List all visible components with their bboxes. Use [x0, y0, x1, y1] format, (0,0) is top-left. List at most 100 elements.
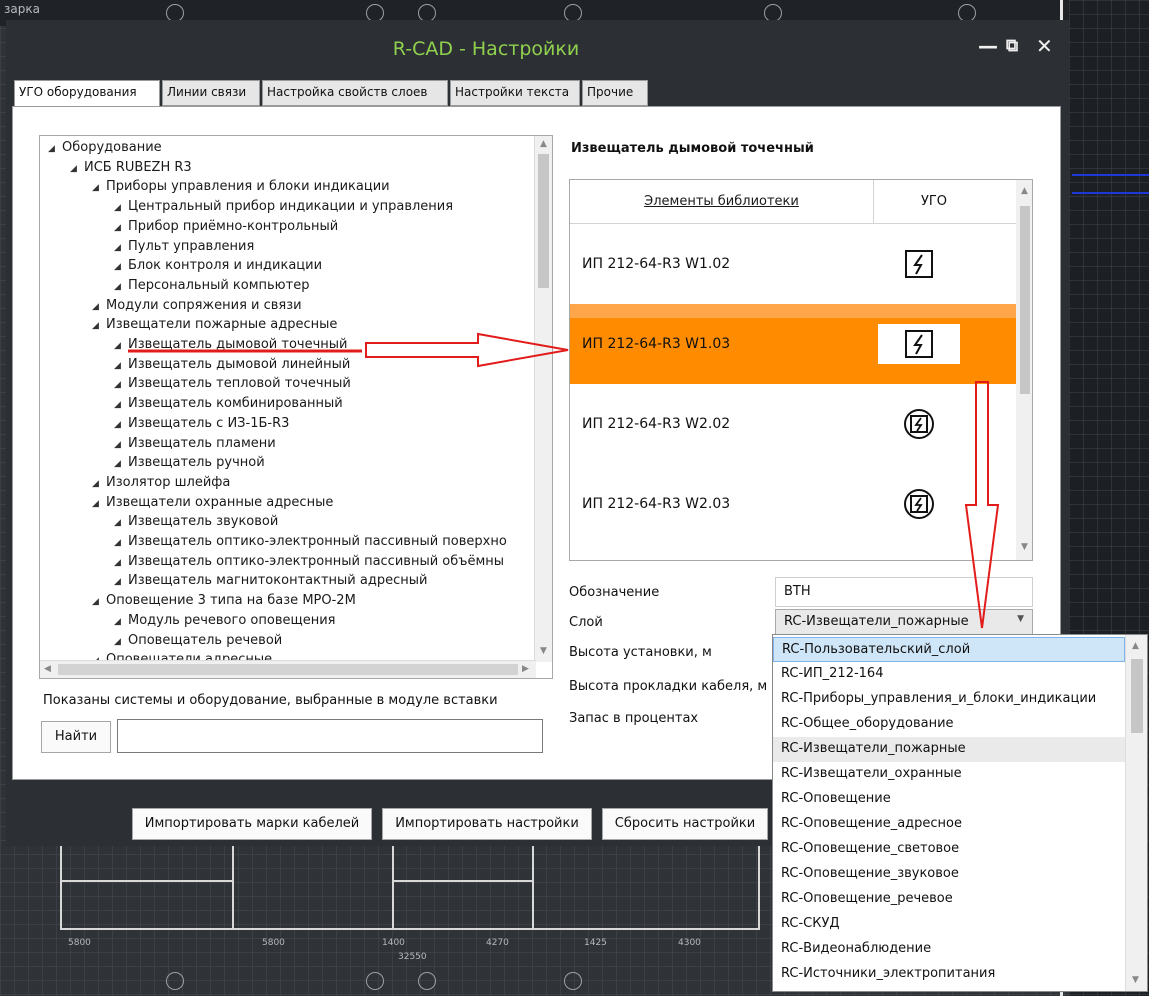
tree-item[interactable]: ◢ Извещатель ручной — [114, 455, 265, 470]
layer-option[interactable]: RC-Общее_оборудование — [773, 712, 1125, 737]
expand-triangle-icon[interactable]: ◢ — [114, 538, 128, 548]
scroll-down-icon[interactable]: ▼ — [1021, 542, 1028, 552]
tree-item[interactable]: ◢ Извещатель магнитоконтактный адресный — [114, 573, 427, 588]
expand-triangle-icon[interactable]: ◢ — [114, 243, 128, 253]
tree-item[interactable]: ◢ Извещатель пламени — [114, 436, 276, 451]
tab-ugo-equipment[interactable]: УГО оборудования — [14, 80, 160, 108]
tree-item[interactable]: ◢ Блок контроля и индикации — [114, 258, 322, 273]
import-settings-button[interactable]: Импортировать настройки — [382, 808, 592, 840]
minimize-icon[interactable]: — — [978, 34, 998, 58]
tree-item[interactable]: ◢ Оповещатель речевой — [114, 633, 282, 648]
reset-settings-button[interactable]: Сбросить настройки — [602, 808, 768, 840]
library-row-selected[interactable]: ИП 212-64-R3 W1.03 — [570, 304, 1016, 384]
layer-option[interactable]: RC-Оповещение_световое — [773, 837, 1125, 862]
expand-triangle-icon[interactable]: ◢ — [92, 499, 106, 509]
tree-item[interactable]: ◢ Приборы управления и блоки индикации — [92, 179, 390, 194]
library-row[interactable]: ИП 212-64-R3 W2.02 — [570, 384, 1016, 464]
expand-triangle-icon[interactable]: ◢ — [114, 262, 128, 272]
expand-triangle-icon[interactable]: ◢ — [114, 282, 128, 292]
layer-option[interactable]: RC-Оповещение_адресное — [773, 812, 1125, 837]
scroll-left-icon[interactable]: ◀ — [44, 664, 51, 674]
import-cable-marks-button[interactable]: Импортировать марки кабелей — [132, 808, 372, 840]
expand-triangle-icon[interactable]: ◢ — [114, 203, 128, 213]
expand-triangle-icon[interactable]: ◢ — [114, 518, 128, 528]
tree-item[interactable]: ◢ Извещатель оптико-электронный пассивный… — [114, 534, 507, 549]
layer-option[interactable]: RC-Приборы_управления_и_блоки_индикации — [773, 687, 1125, 712]
tab-other[interactable]: Прочие — [582, 80, 648, 106]
layer-select[interactable]: RC-Извещатели_пожарные ▼ — [775, 609, 1033, 635]
layer-option[interactable]: RC-СКУД — [773, 912, 1125, 937]
layer-option[interactable]: RC-Пользовательский_слой — [773, 637, 1125, 662]
tree-item[interactable]: ◢ Извещатель оптико-электронный пассивный… — [114, 554, 504, 569]
designation-field[interactable]: ВТН — [775, 577, 1033, 607]
expand-triangle-icon[interactable]: ◢ — [114, 577, 128, 587]
tree-item[interactable]: ◢ Пульт управления — [114, 239, 254, 254]
scroll-right-icon[interactable]: ▶ — [522, 664, 529, 674]
find-input[interactable] — [117, 719, 543, 753]
close-icon[interactable]: ✕ — [1036, 34, 1053, 58]
tab-layer-settings[interactable]: Настройка свойств слоев — [262, 80, 448, 106]
library-row[interactable]: ИП 212-64-R3 W2.03 — [570, 464, 1016, 544]
scroll-down-icon[interactable]: ▼ — [1132, 975, 1139, 985]
layer-option[interactable]: RC-Видеонаблюдение — [773, 937, 1125, 962]
tree-item[interactable]: ◢ Оповещение 3 типа на базе МРО-2М — [92, 593, 356, 608]
scroll-down-icon[interactable]: ▼ — [540, 646, 547, 656]
expand-triangle-icon[interactable]: ◢ — [114, 440, 128, 450]
tree-vertical-scrollbar[interactable]: ▲ ▼ — [534, 136, 552, 662]
layer-option[interactable]: RC-Извещатели_охранные — [773, 762, 1125, 787]
expand-triangle-icon[interactable]: ◢ — [114, 400, 128, 410]
expand-triangle-icon[interactable]: ◢ — [114, 341, 128, 351]
expand-triangle-icon[interactable]: ◢ — [114, 637, 128, 647]
tree-item[interactable]: ◢ Изолятор шлейфа — [92, 475, 230, 490]
tree-item[interactable]: ◢ Извещатели пожарные адресные — [92, 317, 337, 332]
tree-item[interactable]: ◢ Прибор приёмно-контрольный — [114, 219, 338, 234]
tree-hscroll-thumb[interactable] — [58, 664, 518, 675]
library-row[interactable]: ИП 212-64-R3 W1.02 — [570, 224, 1016, 304]
expand-triangle-icon[interactable]: ◢ — [48, 144, 62, 154]
layer-option[interactable]: RC-Оповещение_речевое — [773, 887, 1125, 912]
expand-triangle-icon[interactable]: ◢ — [114, 420, 128, 430]
tree-item[interactable]: ◢ Извещатель тепловой точечный — [114, 376, 351, 391]
tab-comm-lines[interactable]: Линии связи — [162, 80, 260, 106]
column-header-ugo[interactable]: УГО — [874, 180, 994, 224]
tree-item[interactable]: ◢ Оборудование — [48, 140, 162, 155]
tree-horizontal-scrollbar[interactable]: ◀ ▶ — [40, 660, 536, 678]
tree-item[interactable]: ◢ Извещатель дымовой линейный — [114, 357, 350, 372]
layer-option[interactable]: RC-Оповещение_звуковое — [773, 862, 1125, 887]
column-header-elements[interactable]: Элементы библиотеки — [570, 180, 874, 224]
scroll-up-icon[interactable]: ▲ — [1132, 641, 1139, 651]
equipment-tree[interactable]: ◢Оповещатели адресные◢Оповещатель речево… — [39, 135, 553, 679]
tree-item[interactable]: ◢ Извещатель с ИЗ-1Б-R3 — [114, 416, 289, 431]
layer-option[interactable]: RC-Источники_электропитания — [773, 962, 1125, 987]
tree-item[interactable]: ◢ Модуль речевого оповещения — [114, 613, 336, 628]
tree-scroll-thumb[interactable] — [538, 154, 549, 288]
tab-text-settings[interactable]: Настройки текста — [450, 80, 580, 106]
tree-item[interactable]: ◢ ИСБ RUBEZH R3 — [70, 160, 192, 175]
expand-triangle-icon[interactable]: ◢ — [114, 361, 128, 371]
expand-triangle-icon[interactable]: ◢ — [114, 223, 128, 233]
dropdown-vertical-scrollbar[interactable]: ▲ ▼ — [1125, 635, 1147, 991]
expand-triangle-icon[interactable]: ◢ — [92, 302, 106, 312]
expand-triangle-icon[interactable]: ◢ — [92, 321, 106, 331]
expand-triangle-icon[interactable]: ◢ — [92, 479, 106, 489]
tree-item[interactable]: ◢ Извещатели охранные адресные — [92, 495, 333, 510]
tree-item[interactable]: ◢ Извещатель дымовой точечный — [114, 337, 348, 352]
expand-triangle-icon[interactable]: ◢ — [114, 459, 128, 469]
expand-triangle-icon[interactable]: ◢ — [114, 380, 128, 390]
layer-option[interactable]: RC-ИП_212-164 — [773, 662, 1125, 687]
dropdown-scroll-thumb[interactable] — [1131, 659, 1143, 733]
tree-item[interactable]: ◢ Извещатель комбинированный — [114, 396, 343, 411]
tree-item[interactable]: ◢ Персональный компьютер — [114, 278, 309, 293]
layer-option[interactable]: RC-Извещатели_пожарные — [773, 737, 1125, 762]
library-vertical-scrollbar[interactable]: ▲ ▼ — [1016, 180, 1032, 560]
expand-triangle-icon[interactable]: ◢ — [70, 164, 84, 174]
expand-triangle-icon[interactable]: ◢ — [92, 183, 106, 193]
tree-item[interactable]: ◢ Модули сопряжения и связи — [92, 298, 302, 313]
tree-item[interactable]: ◢ Центральный прибор индикации и управлен… — [114, 199, 453, 214]
expand-triangle-icon[interactable]: ◢ — [114, 558, 128, 568]
scroll-up-icon[interactable]: ▲ — [1021, 186, 1028, 196]
scroll-up-icon[interactable]: ▲ — [540, 139, 547, 149]
layer-option[interactable]: RC-Оповещение — [773, 787, 1125, 812]
title-bar[interactable]: R-CAD - Настройки — ⧉ ✕ — [6, 20, 1069, 76]
expand-triangle-icon[interactable]: ◢ — [92, 597, 106, 607]
